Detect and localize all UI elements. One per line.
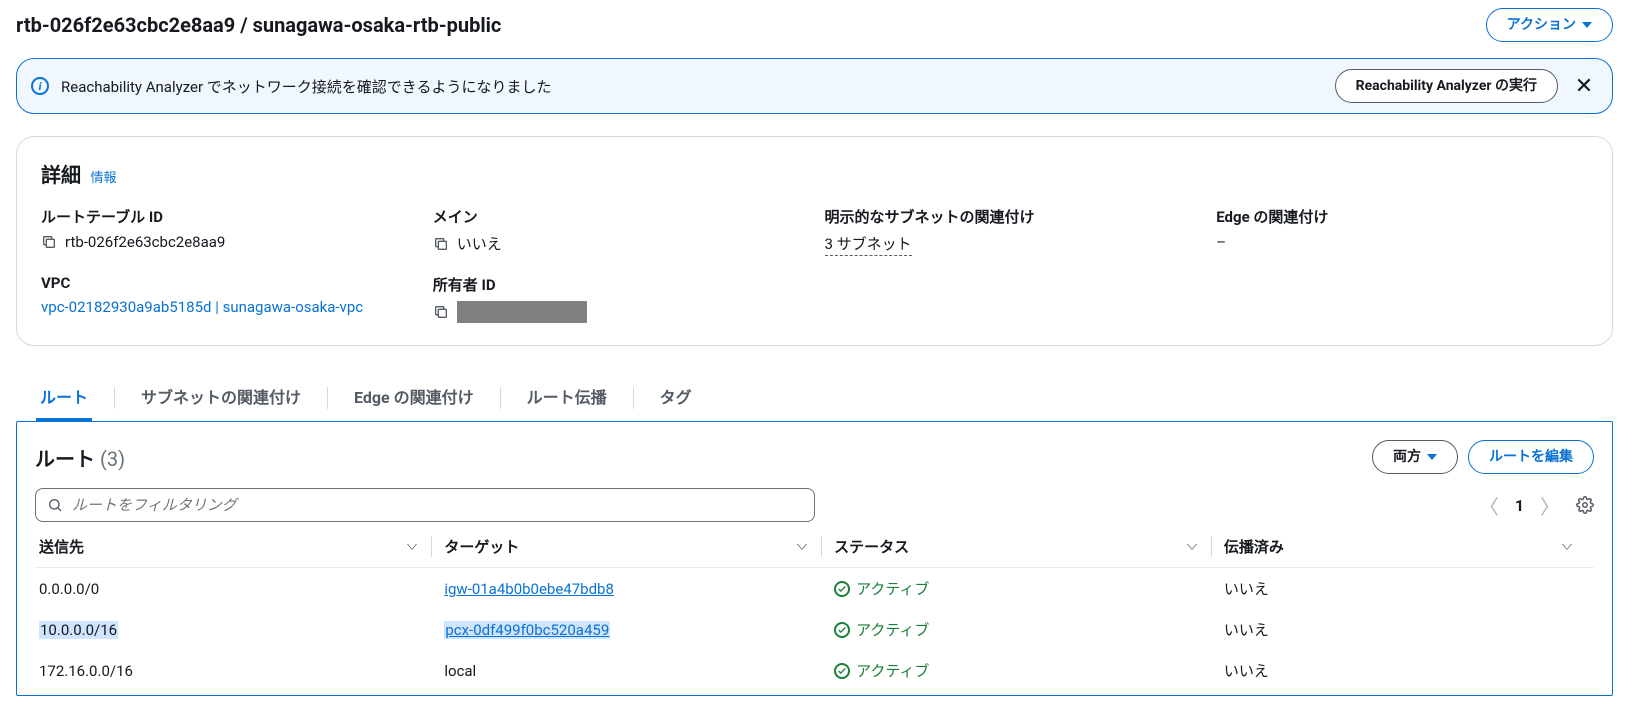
edge-assoc-value: – — [1216, 233, 1588, 251]
sort-icon — [1187, 544, 1197, 550]
routes-table: 送信先 ターゲット ステータス 伝播済み 0.0.0.0/0igw-01a4b0… — [35, 526, 1594, 691]
details-title: 詳細 — [41, 163, 81, 187]
both-filter-label: 両方 — [1393, 447, 1421, 467]
subnet-assoc-label: 明示的なサブネットの関連付け — [825, 206, 1197, 227]
divider — [114, 387, 115, 409]
cell-destination: 10.0.0.0/16 — [35, 609, 440, 650]
page-number: 1 — [1515, 496, 1524, 515]
divider — [500, 387, 501, 409]
tab-route-propagation[interactable]: ルート伝播 — [523, 374, 611, 421]
vpc-link[interactable]: vpc-02182930a9ab5185d | sunagawa-osaka-v… — [41, 298, 363, 316]
info-icon: i — [31, 77, 49, 95]
check-circle-icon — [834, 581, 850, 597]
check-circle-icon — [834, 622, 850, 638]
table-row: 0.0.0.0/0igw-01a4b0b0ebe47bdb8 アクティブ いいえ — [35, 568, 1594, 610]
rtb-id-value: rtb-026f2e63cbc2e8aa9 — [65, 233, 225, 251]
caret-down-icon — [1582, 22, 1592, 28]
target-link[interactable]: igw-01a4b0b0ebe47bdb8 — [444, 580, 614, 598]
tab-routes[interactable]: ルート — [36, 374, 92, 421]
gear-icon[interactable] — [1576, 496, 1594, 514]
main-value: いいえ — [457, 233, 502, 254]
cell-propagated: いいえ — [1220, 609, 1594, 650]
status-badge: アクティブ — [834, 619, 929, 640]
tab-subnet-assoc[interactable]: サブネットの関連付け — [137, 374, 305, 421]
search-icon — [47, 497, 63, 513]
close-icon[interactable]: ✕ — [1570, 72, 1598, 100]
routes-title: ルート — [35, 447, 95, 471]
col-target[interactable]: ターゲット — [440, 526, 830, 568]
edit-routes-button[interactable]: ルートを編集 — [1468, 440, 1594, 474]
actions-button-label: アクション — [1507, 15, 1576, 35]
cell-status: アクティブ — [830, 609, 1220, 650]
main-label: メイン — [433, 206, 805, 227]
owner-id-label: 所有者 ID — [433, 274, 805, 295]
col-propagated-label: 伝播済み — [1224, 536, 1284, 557]
vpc-label: VPC — [41, 274, 413, 292]
actions-button[interactable]: アクション — [1486, 8, 1613, 42]
next-page-button[interactable]: 〉 — [1540, 491, 1560, 520]
sort-icon — [407, 544, 417, 550]
table-row: 172.16.0.0/16localアクティブ いいえ — [35, 650, 1594, 691]
cell-status: アクティブ — [830, 650, 1220, 691]
cell-propagated: いいえ — [1220, 650, 1594, 691]
caret-down-icon — [1427, 454, 1437, 460]
run-reachability-button[interactable]: Reachability Analyzer の実行 — [1335, 69, 1558, 103]
prev-page-button[interactable]: 〈 — [1479, 491, 1499, 520]
col-destination[interactable]: 送信先 — [35, 526, 440, 568]
owner-id-redacted — [457, 301, 587, 323]
col-target-label: ターゲット — [444, 536, 519, 557]
details-panel: 詳細 情報 ルートテーブル ID rtb-026f2e63cbc2e8aa9 メ… — [16, 136, 1613, 346]
edge-assoc-label: Edge の関連付け — [1216, 206, 1588, 227]
col-propagated[interactable]: 伝播済み — [1220, 526, 1594, 568]
cell-destination: 172.16.0.0/16 — [35, 650, 440, 691]
divider — [327, 387, 328, 409]
sort-icon — [797, 544, 807, 550]
cell-destination: 0.0.0.0/0 — [35, 568, 440, 610]
info-link[interactable]: 情報 — [90, 171, 116, 186]
cell-target: local — [440, 650, 830, 691]
routes-count: (3) — [100, 447, 125, 471]
check-circle-icon — [834, 663, 850, 679]
copy-icon[interactable] — [433, 304, 449, 320]
col-status-label: ステータス — [834, 536, 909, 557]
cell-propagated: いいえ — [1220, 568, 1594, 610]
copy-icon[interactable] — [41, 234, 57, 250]
col-status[interactable]: ステータス — [830, 526, 1220, 568]
divider — [633, 387, 634, 409]
tab-edge-assoc[interactable]: Edge の関連付け — [350, 374, 478, 421]
rtb-id-label: ルートテーブル ID — [41, 206, 413, 227]
copy-icon[interactable] — [433, 236, 449, 252]
reachability-banner: i Reachability Analyzer でネットワーク接続を確認できるよ… — [16, 58, 1613, 114]
col-destination-label: 送信先 — [39, 536, 84, 557]
tabs: ルート サブネットの関連付け Edge の関連付け ルート伝播 タグ — [16, 374, 1613, 421]
status-badge: アクティブ — [834, 660, 929, 681]
routes-filter-input[interactable] — [35, 488, 815, 522]
table-row: 10.0.0.0/16pcx-0df499f0bc520a459 アクティブ いいえ — [35, 609, 1594, 650]
tab-tags[interactable]: タグ — [656, 374, 696, 421]
cell-target: pcx-0df499f0bc520a459 — [440, 609, 830, 650]
cell-target: igw-01a4b0b0ebe47bdb8 — [440, 568, 830, 610]
routes-panel: ルート (3) 両方 ルートを編集 〈 1 〉 送信先 — [16, 421, 1613, 696]
sort-icon — [1562, 544, 1572, 550]
target-link[interactable]: pcx-0df499f0bc520a459 — [444, 621, 610, 639]
subnet-assoc-link[interactable]: 3 サブネット — [825, 233, 912, 256]
banner-text: Reachability Analyzer でネットワーク接続を確認できるように… — [61, 76, 1323, 97]
page-title: rtb-026f2e63cbc2e8aa9 / sunagawa-osaka-r… — [16, 13, 501, 37]
status-badge: アクティブ — [834, 578, 929, 599]
cell-status: アクティブ — [830, 568, 1220, 610]
both-filter-button[interactable]: 両方 — [1372, 440, 1458, 474]
